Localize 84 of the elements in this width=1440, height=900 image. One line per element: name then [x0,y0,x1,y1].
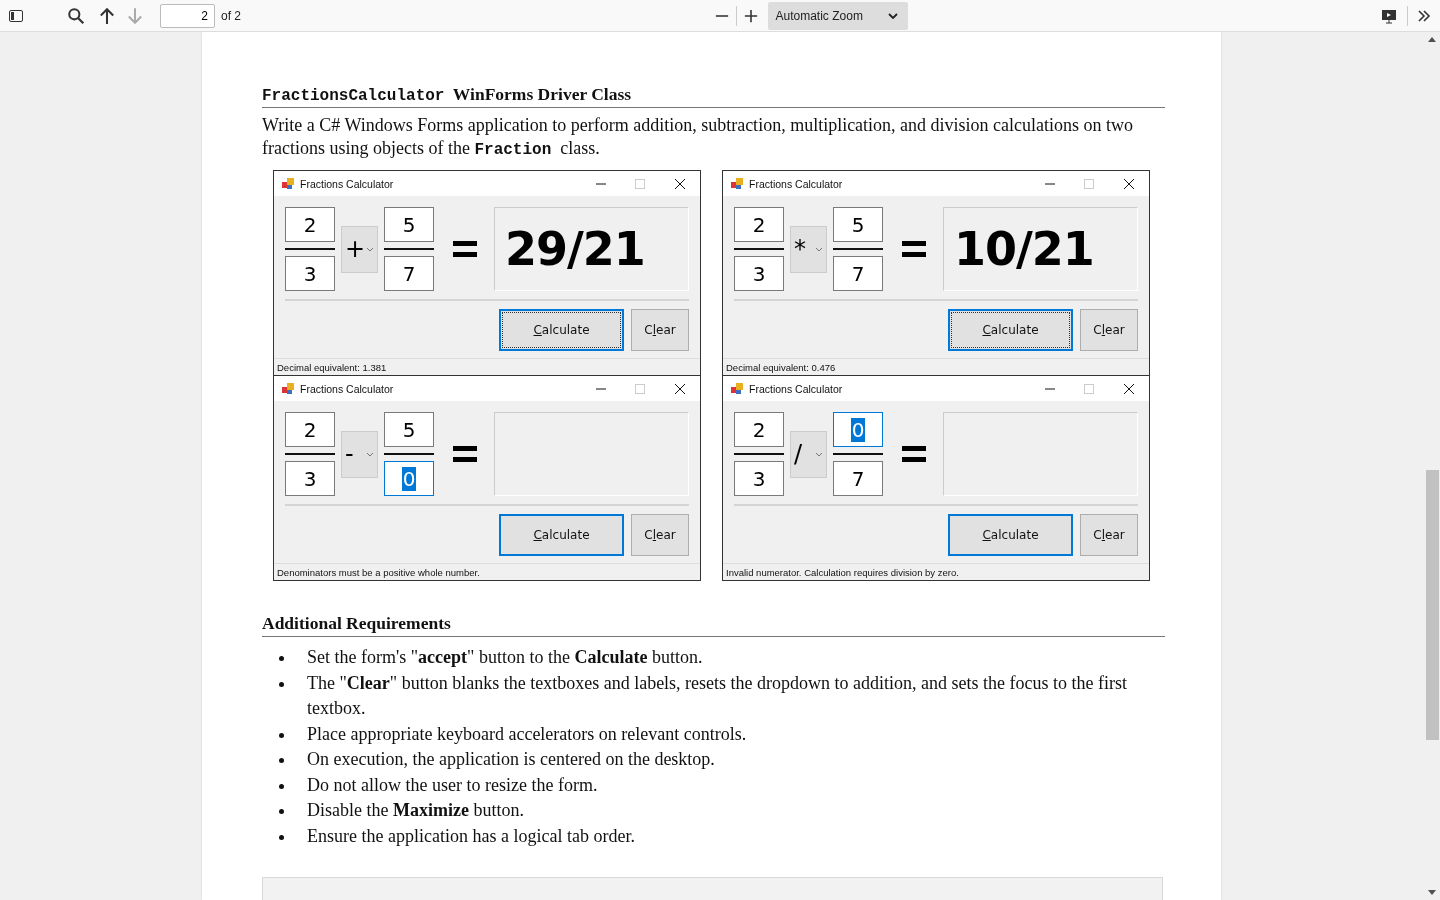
status-text: Decimal equivalent: 0.476 [726,361,836,373]
number-field[interactable]: 5 [833,207,883,242]
caret-icon [366,451,374,457]
scroll-up-icon[interactable] [1428,37,1436,42]
bullet-icon [279,834,284,840]
intro-paragraph: Write a C# Windows Forms application to perform addition, subtraction, multiplication, and division calculations on two fractions using objects of the Fraction class. [262,114,1135,161]
requirement-text: Place appropriate keyboard accelerators on relevant controls. [307,722,747,746]
number-field[interactable]: 3 [285,461,335,496]
requirement-text: Do not allow the user to resize the form. [307,773,598,797]
result-text: 29/21 [505,222,645,276]
zoom-dropdown[interactable]: Automatic Zoom [767,1,908,30]
requirement-text: Set the form's "accept" button to the Calculate button. [307,646,703,669]
clear-button[interactable]: Clear [631,309,689,351]
section-heading: FractionsCalculator WinForms Driver Class [262,84,1165,108]
close-icon[interactable] [675,383,685,394]
close-icon[interactable] [1124,178,1134,189]
section-heading: Additional Requirements [262,613,1165,637]
app-icon [282,177,294,190]
operator-dropdown[interactable]: / [790,430,827,478]
close-icon[interactable] [1124,383,1134,394]
window-title: Fractions Calculator [300,177,394,190]
up-arrow-icon[interactable] [98,6,116,25]
equals-icon [453,241,477,257]
bullet-icon [279,809,284,814]
number-field[interactable]: 7 [833,256,883,291]
number-field[interactable]: 3 [734,461,784,496]
number-field[interactable]: 3 [734,256,784,291]
bullet-icon [279,656,284,661]
page-count: of 2 [221,8,241,23]
equals-icon [902,446,926,462]
window-title: Fractions Calculator [749,177,843,190]
bullet-icon [279,681,284,687]
number-field[interactable]: 3 [285,256,335,291]
caret-icon [366,246,374,252]
number-field[interactable]: 5 [384,412,434,447]
presentation-icon[interactable] [1381,7,1397,24]
page-number-field[interactable]: 2 [160,3,215,28]
number-field[interactable]: 7 [384,256,434,291]
equals-icon [902,241,926,257]
number-field[interactable]: 2 [285,207,335,242]
number-field[interactable]: 5 [384,207,434,242]
operator-dropdown[interactable]: - [341,430,378,478]
close-icon[interactable] [675,178,685,189]
sidebar-toggle-icon[interactable] [8,7,24,24]
clear-button[interactable]: Clear [1080,309,1138,351]
number-field[interactable]: 7 [833,461,883,496]
status-text: Invalid numerator. Calculation requires division by zero. [726,566,959,578]
requirement-text: The "Clear" button blanks the textboxes and labels, resets the dropdown to addition, and sets the focus to the first textbox. [307,671,1129,720]
window-title: Fractions Calculator [749,382,843,395]
requirement-text: On execution, the application is centered on the desktop. [307,748,715,771]
requirement-text: Disable the Maximize button. [307,799,524,822]
status-text: Denominators must be a positive whole number. [277,566,480,578]
number-field[interactable]: 0 [833,412,883,447]
search-icon[interactable] [67,6,85,25]
window-title: Fractions Calculator [300,382,394,395]
result-text: 10/21 [954,222,1094,276]
bullet-icon [279,732,284,738]
number-field[interactable]: 2 [734,207,784,242]
equals-icon [453,446,477,462]
clear-button[interactable]: Clear [631,514,689,556]
calculate-button[interactable]: Calculate [499,309,624,351]
number-field[interactable]: 2 [734,412,784,447]
number-field[interactable]: 2 [285,412,335,447]
bullet-icon [279,758,284,763]
calculate-button[interactable]: Calculate [499,514,624,556]
number-field[interactable]: 0 [384,461,434,496]
operator-dropdown[interactable]: * [790,225,827,273]
bullet-icon [279,783,284,789]
requirement-text: Ensure the application has a logical tab order. [307,824,635,848]
app-icon [282,382,294,395]
zoom-in-icon[interactable] [743,8,758,23]
scrollbar-thumb[interactable] [1425,470,1439,740]
calculate-button[interactable]: Calculate [948,514,1073,556]
operator-dropdown[interactable]: + [341,225,378,273]
app-icon [731,177,743,190]
caret-icon [815,451,823,457]
caret-icon [815,246,823,252]
app-icon [731,382,743,395]
calculate-button[interactable]: Calculate [948,309,1073,351]
scroll-down-icon[interactable] [1428,890,1436,895]
status-text: Decimal equivalent: 1.381 [277,361,387,373]
caret-icon [887,12,898,19]
clear-button[interactable]: Clear [1080,514,1138,556]
double-chevron-icon[interactable] [1416,7,1432,24]
